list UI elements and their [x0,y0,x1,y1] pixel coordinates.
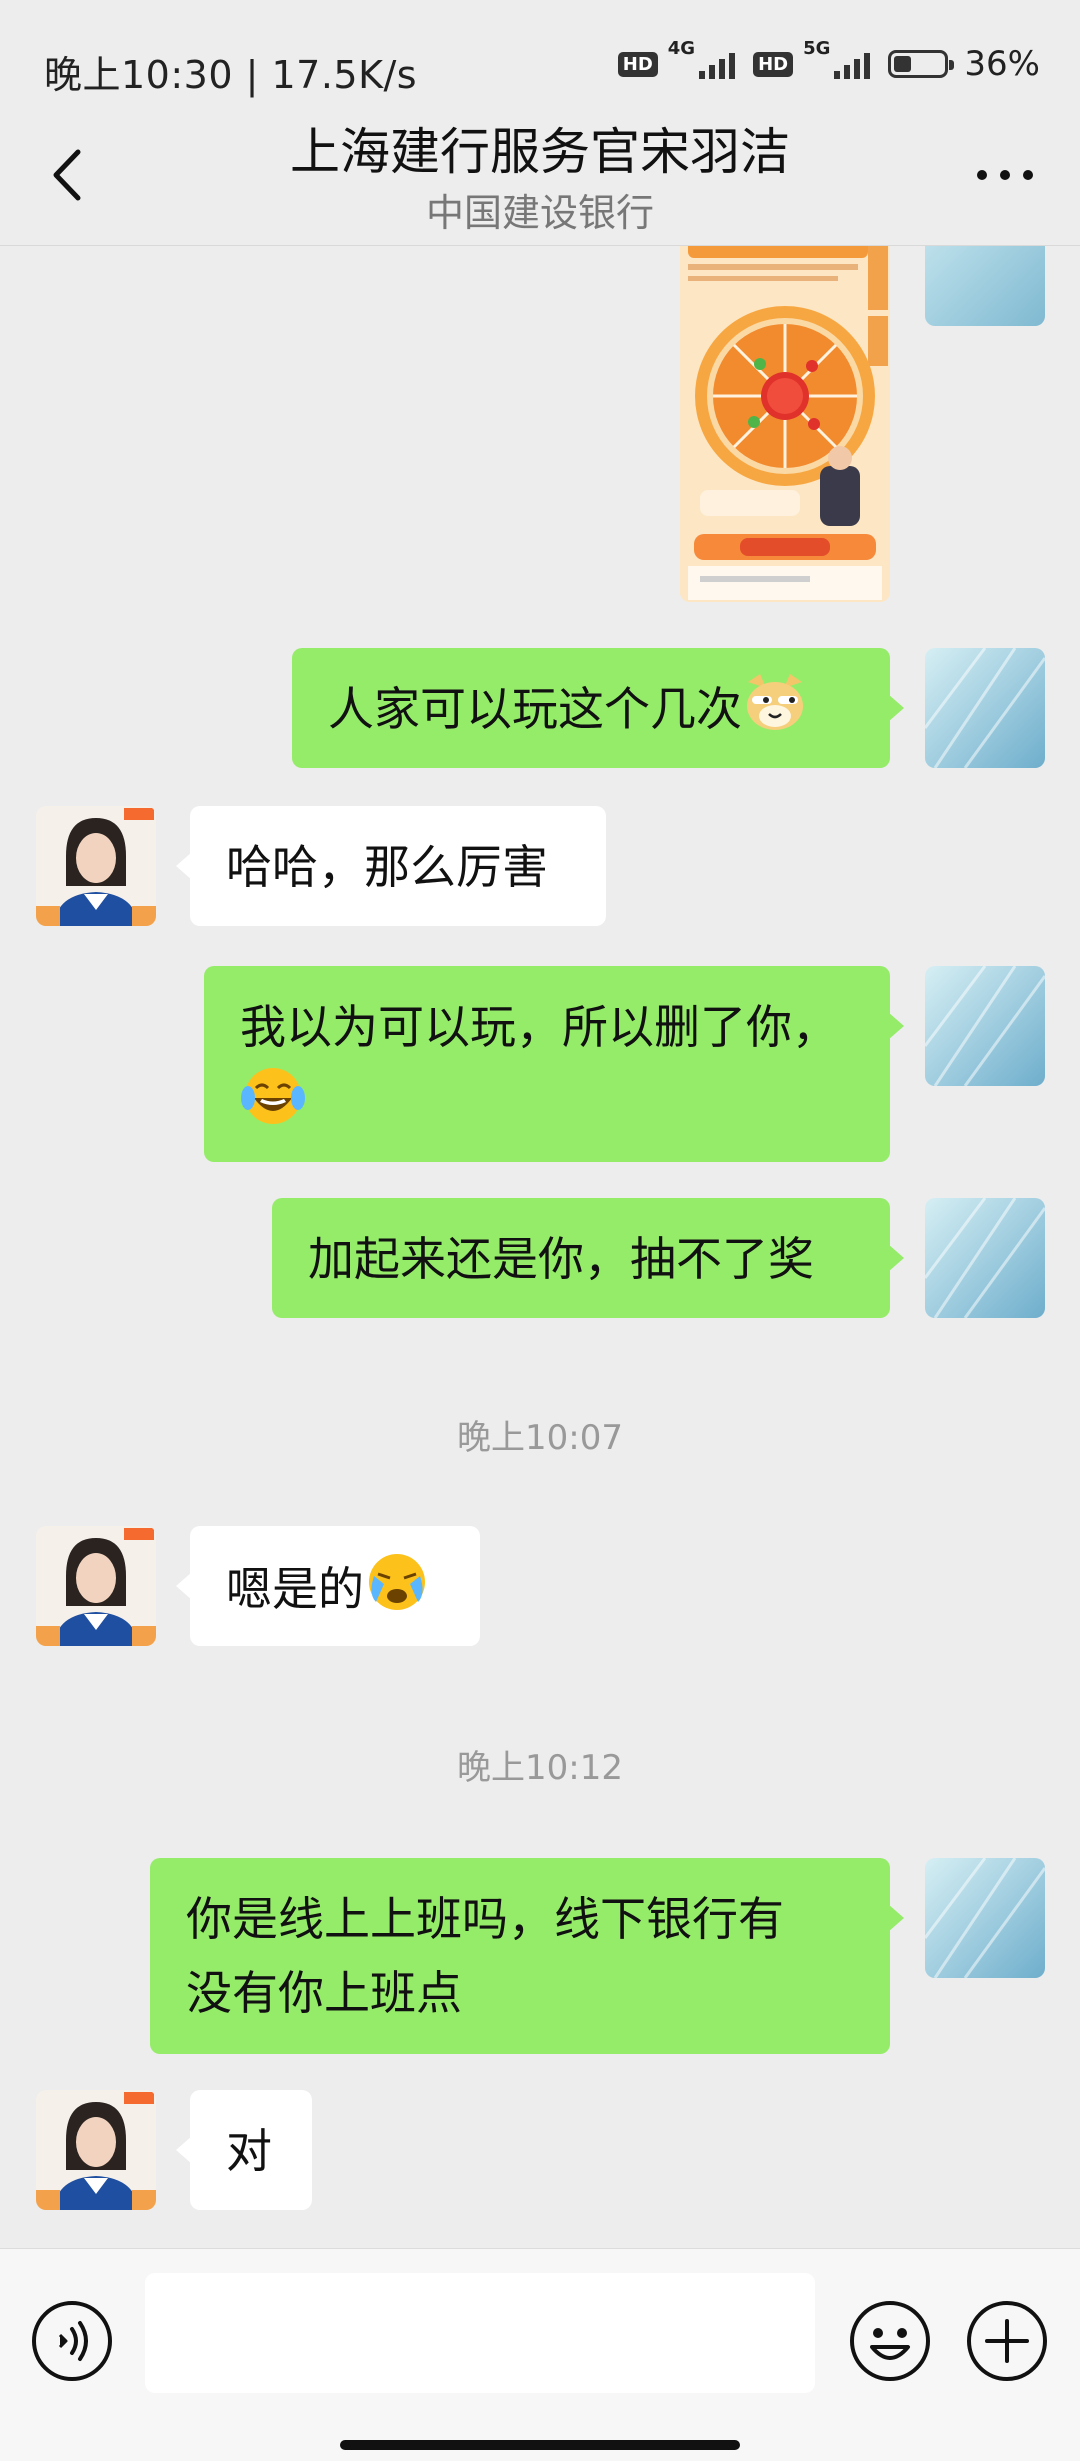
network-type-4g: 4G [667,38,696,59]
message-row: 嗯是的 [0,1526,1080,1650]
chat-title: 上海建行服务官宋羽洁 [290,123,790,181]
emoji-button[interactable] [848,2299,932,2383]
my-message-bubble[interactable]: 你是线上上班吗，线下银行有 没有你上班点 [150,1858,904,2054]
message-list[interactable]: 人家可以玩这个几次 哈哈，那么厉害 我以为可以玩，所以删了你， 加起来还是你，抽… [0,246,1080,2246]
doge-emoji-icon [742,672,808,753]
smiley-icon [850,2301,930,2381]
message-text: 嗯是的 [226,1562,364,1616]
message-input[interactable] [145,2273,815,2393]
crying-face-emoji-icon [364,1550,430,1635]
hd-badge-2: HD [753,51,794,77]
contact-avatar-image [36,2090,156,2210]
message-text: 人家可以玩这个几次 [328,682,742,736]
message-text-line-2: 没有你上班点 [186,1966,462,2020]
tears-of-joy-emoji-icon [240,1064,306,1149]
my-avatar-image [925,648,1045,768]
my-avatar[interactable] [925,1858,1045,1978]
message-text: 加起来还是你，抽不了奖 [308,1232,814,1286]
my-message-bubble[interactable]: 我以为可以玩，所以删了你， [204,966,904,1162]
message-row: 加起来还是你，抽不了奖 [0,1198,1080,1322]
my-avatar[interactable] [925,648,1045,768]
contact-avatar[interactable] [36,806,156,926]
timestamp: 晚上10:12 [457,1748,623,1788]
contact-message-bubble[interactable]: 嗯是的 [176,1526,480,1646]
message-row [0,246,1080,616]
signal-icon [699,49,736,79]
shared-image-message[interactable] [680,246,890,602]
more-actions-button[interactable] [965,2299,1049,2383]
battery-icon [888,50,955,78]
message-text: 对 [226,2124,272,2178]
network-type-5g: 5G [803,38,831,59]
my-avatar[interactable] [925,1198,1045,1318]
battery-percent: 36% [964,44,1040,84]
message-text-line-1: 我以为可以玩，所以删了你， [240,1000,838,1054]
my-avatar-image [925,966,1045,1086]
contact-avatar-image [36,806,156,926]
my-avatar-image [925,246,1045,326]
my-avatar-image [925,1198,1045,1318]
my-message-bubble[interactable]: 人家可以玩这个几次 [292,648,904,768]
my-avatar[interactable] [925,966,1045,1086]
contact-message-bubble[interactable]: 哈哈，那么厉害 [176,806,606,926]
message-text-line-1: 你是线上上班吗，线下银行有 [186,1892,784,1946]
voice-button[interactable] [30,2299,114,2383]
more-horizontal-icon [977,170,1033,180]
signal-icon-2 [834,49,871,79]
message-row: 对 [0,2090,1080,2214]
timestamp: 晚上10:07 [457,1418,623,1458]
contact-avatar-image [36,1526,156,1646]
contact-avatar[interactable] [36,1526,156,1646]
hd-badge: HD [617,51,658,77]
my-avatar-image [925,1858,1045,1978]
voice-icon [32,2301,112,2381]
lottery-wheel-screenshot [680,246,890,602]
home-indicator[interactable] [340,2440,740,2450]
message-text: 哈哈，那么厉害 [226,840,548,894]
message-row: 哈哈，那么厉害 [0,806,1080,930]
contact-message-bubble[interactable]: 对 [176,2090,312,2210]
message-row: 我以为可以玩，所以删了你， [0,966,1080,1162]
my-message-bubble[interactable]: 加起来还是你，抽不了奖 [272,1198,904,1318]
chat-subtitle: 中国建设银行 [425,191,654,235]
contact-avatar[interactable] [36,2090,156,2210]
status-icons: HD 4G HD 5G 36% [617,38,1040,84]
more-button[interactable] [970,140,1040,210]
plus-circle-icon [967,2301,1047,2381]
input-bar [0,2248,1080,2461]
status-time-speed: 晚上10:30 | 17.5K/s [44,53,418,97]
chat-header: 上海建行服务官宋羽洁 中国建设银行 [0,110,1080,246]
message-row: 你是线上上班吗，线下银行有 没有你上班点 [0,1858,1080,2054]
my-avatar[interactable] [925,246,1045,326]
message-row: 人家可以玩这个几次 [0,648,1080,772]
